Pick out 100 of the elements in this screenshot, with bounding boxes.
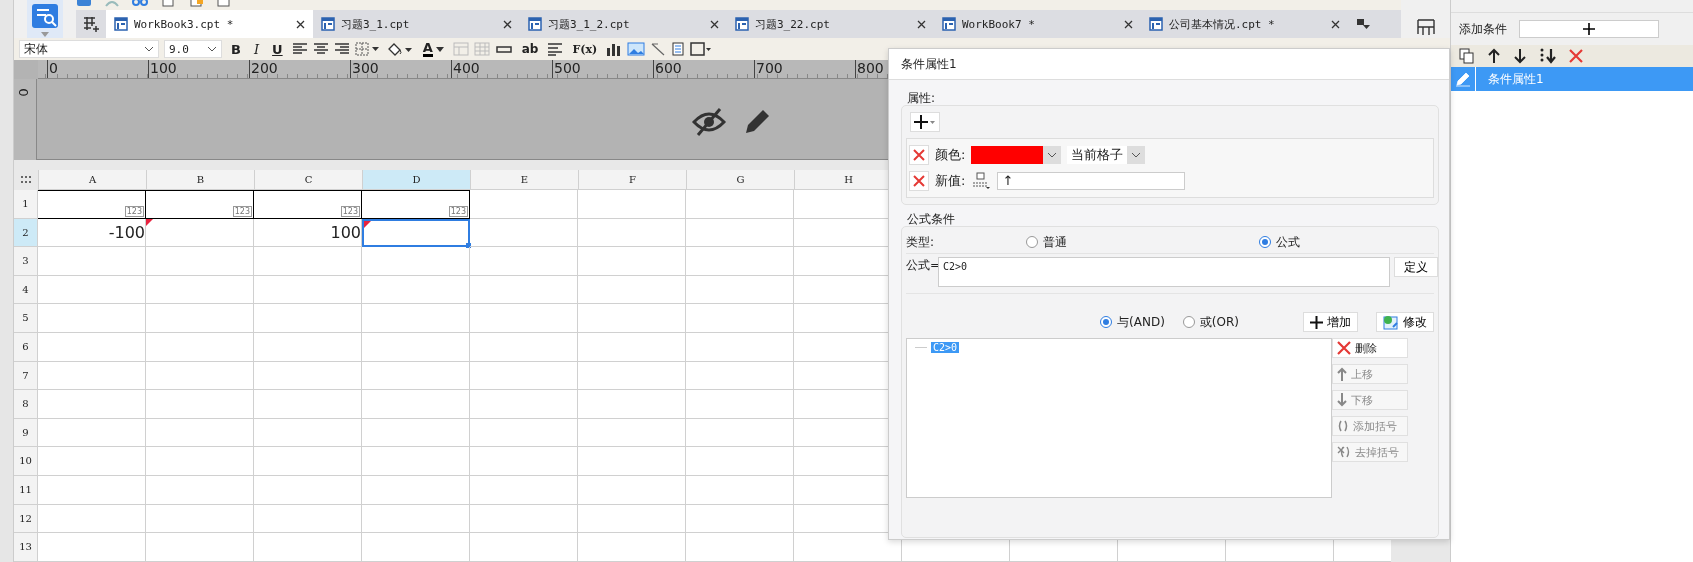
font-color-button[interactable]: A xyxy=(418,39,448,59)
file-tab[interactable]: WorkBook7 * xyxy=(934,10,1141,38)
toolbar-icon[interactable] xyxy=(160,0,176,8)
tab-list-icon[interactable] xyxy=(1356,18,1370,30)
bar-chart-icon[interactable] xyxy=(606,42,623,56)
move-down-icon[interactable] xyxy=(1513,48,1527,64)
file-tab[interactable]: 习题3_1_2.cpt xyxy=(520,10,727,38)
select-all-icon[interactable] xyxy=(14,170,39,190)
row-header[interactable]: 12 xyxy=(14,504,38,534)
delete-button[interactable]: 删除 xyxy=(1332,338,1408,358)
paragraph-icon[interactable] xyxy=(547,42,564,56)
layout-icon[interactable] xyxy=(1416,18,1435,36)
type-radio[interactable]: 公式 xyxy=(1259,233,1300,251)
row-header[interactable]: 3 xyxy=(14,247,38,276)
column-header[interactable]: G xyxy=(687,170,795,190)
color-select[interactable] xyxy=(971,146,1062,164)
column-header[interactable]: F xyxy=(579,170,687,190)
file-tab[interactable]: WorkBook3.cpt * xyxy=(106,10,313,38)
add-attribute-button[interactable] xyxy=(910,112,940,132)
table-cell[interactable]: 123 xyxy=(146,190,254,219)
column-header[interactable]: C xyxy=(255,170,363,190)
edit-button[interactable]: 修改 xyxy=(1376,312,1434,332)
fill-handle[interactable] xyxy=(466,243,471,249)
table-icon[interactable] xyxy=(473,42,490,56)
column-header[interactable]: B xyxy=(147,170,255,190)
join-radio[interactable]: 或(OR) xyxy=(1182,313,1239,331)
border-icon[interactable] xyxy=(354,42,381,56)
underline-button[interactable]: U xyxy=(268,39,287,59)
remove-bracket-icon xyxy=(1337,446,1351,458)
close-icon xyxy=(913,149,925,161)
toolbar-icon[interactable] xyxy=(104,0,120,8)
row-header[interactable]: 13 xyxy=(14,533,38,562)
row-header[interactable]: 11 xyxy=(14,475,38,505)
column-header[interactable]: A xyxy=(39,170,147,190)
bold-button[interactable]: B xyxy=(227,39,245,59)
row-header[interactable]: 6 xyxy=(14,332,38,362)
align-icon[interactable] xyxy=(312,42,329,56)
caret-icon xyxy=(144,46,154,52)
hidden-eye-icon[interactable] xyxy=(692,107,726,137)
row-header[interactable]: 4 xyxy=(14,275,38,305)
define-button[interactable]: 定义 xyxy=(1394,257,1438,277)
toolbar-icon[interactable] xyxy=(216,0,232,8)
document-search-icon xyxy=(30,1,60,30)
join-radio[interactable]: 与(AND) xyxy=(1100,313,1165,331)
file-tab[interactable]: 习题3_1.cpt xyxy=(313,10,520,38)
close-icon[interactable] xyxy=(1124,19,1133,29)
table-cell[interactable]: 123 xyxy=(254,190,362,219)
move-up-icon[interactable] xyxy=(1487,48,1501,64)
row-header[interactable]: 9 xyxy=(14,418,38,448)
align-icon[interactable] xyxy=(333,42,350,56)
value-type-icon[interactable] xyxy=(971,172,992,190)
close-icon[interactable] xyxy=(296,19,305,29)
table-cell[interactable]: 123 xyxy=(362,190,470,219)
text-tool-button[interactable]: ab xyxy=(517,39,543,59)
close-icon[interactable] xyxy=(917,19,926,29)
move-bottom-icon[interactable] xyxy=(1539,48,1557,64)
value-field[interactable]: ↑ xyxy=(997,172,1186,190)
copy-icon[interactable] xyxy=(1459,48,1475,64)
add-condition-button[interactable] xyxy=(1519,20,1659,38)
row-header[interactable]: 1 xyxy=(14,190,38,219)
image-icon[interactable] xyxy=(627,42,646,56)
row-header[interactable]: 8 xyxy=(14,390,38,419)
remove-attribute-button[interactable] xyxy=(909,145,929,165)
close-icon[interactable] xyxy=(1331,19,1340,29)
formula-button[interactable]: F(x) xyxy=(568,39,602,59)
slash-icon[interactable] xyxy=(650,42,667,56)
table-cell[interactable] xyxy=(362,218,470,248)
delete-icon[interactable] xyxy=(1569,49,1583,63)
table-cell[interactable]: 100 xyxy=(254,218,362,248)
document-icon[interactable] xyxy=(671,42,686,56)
scope-select[interactable]: 当前格子 xyxy=(1067,146,1146,164)
type-radio[interactable]: 普通 xyxy=(1026,233,1259,251)
remove-attribute-button[interactable] xyxy=(909,171,929,191)
close-icon[interactable] xyxy=(503,19,512,29)
align-icon[interactable] xyxy=(291,42,308,56)
cell-value: -100 xyxy=(108,222,145,242)
toolbar-icon[interactable] xyxy=(132,0,148,8)
column-header[interactable]: E xyxy=(471,170,579,190)
toolbar-icon[interactable] xyxy=(188,0,204,8)
italic-button[interactable]: I xyxy=(249,39,264,59)
file-tab[interactable]: 习题3_22.cpt xyxy=(727,10,934,38)
row-header[interactable]: 10 xyxy=(14,447,38,476)
toolbar-icon[interactable] xyxy=(76,0,92,8)
font-size-select[interactable]: 9.0 xyxy=(164,40,222,58)
merge-cells-icon[interactable] xyxy=(452,42,469,56)
frame-icon[interactable] xyxy=(690,42,713,56)
row-header[interactable]: 5 xyxy=(14,304,38,333)
font-select[interactable]: 宋体 xyxy=(19,40,159,58)
add-button[interactable]: 增加 xyxy=(1303,312,1358,332)
close-icon[interactable] xyxy=(710,19,719,29)
ruler-mark: 0 xyxy=(47,60,148,78)
table-cell[interactable]: 123 xyxy=(38,190,146,219)
row-header[interactable]: 7 xyxy=(14,361,38,391)
column-header[interactable]: D xyxy=(363,170,471,190)
designer-menu-button[interactable] xyxy=(27,0,63,38)
file-tab[interactable]: 公司基本情况.cpt * xyxy=(1141,10,1348,38)
new-sheet-icon[interactable] xyxy=(82,15,100,33)
row-header[interactable]: 2 xyxy=(14,218,38,248)
formula-field[interactable]: C2>0 xyxy=(938,257,1390,287)
table-cell[interactable]: -100 xyxy=(38,218,146,248)
